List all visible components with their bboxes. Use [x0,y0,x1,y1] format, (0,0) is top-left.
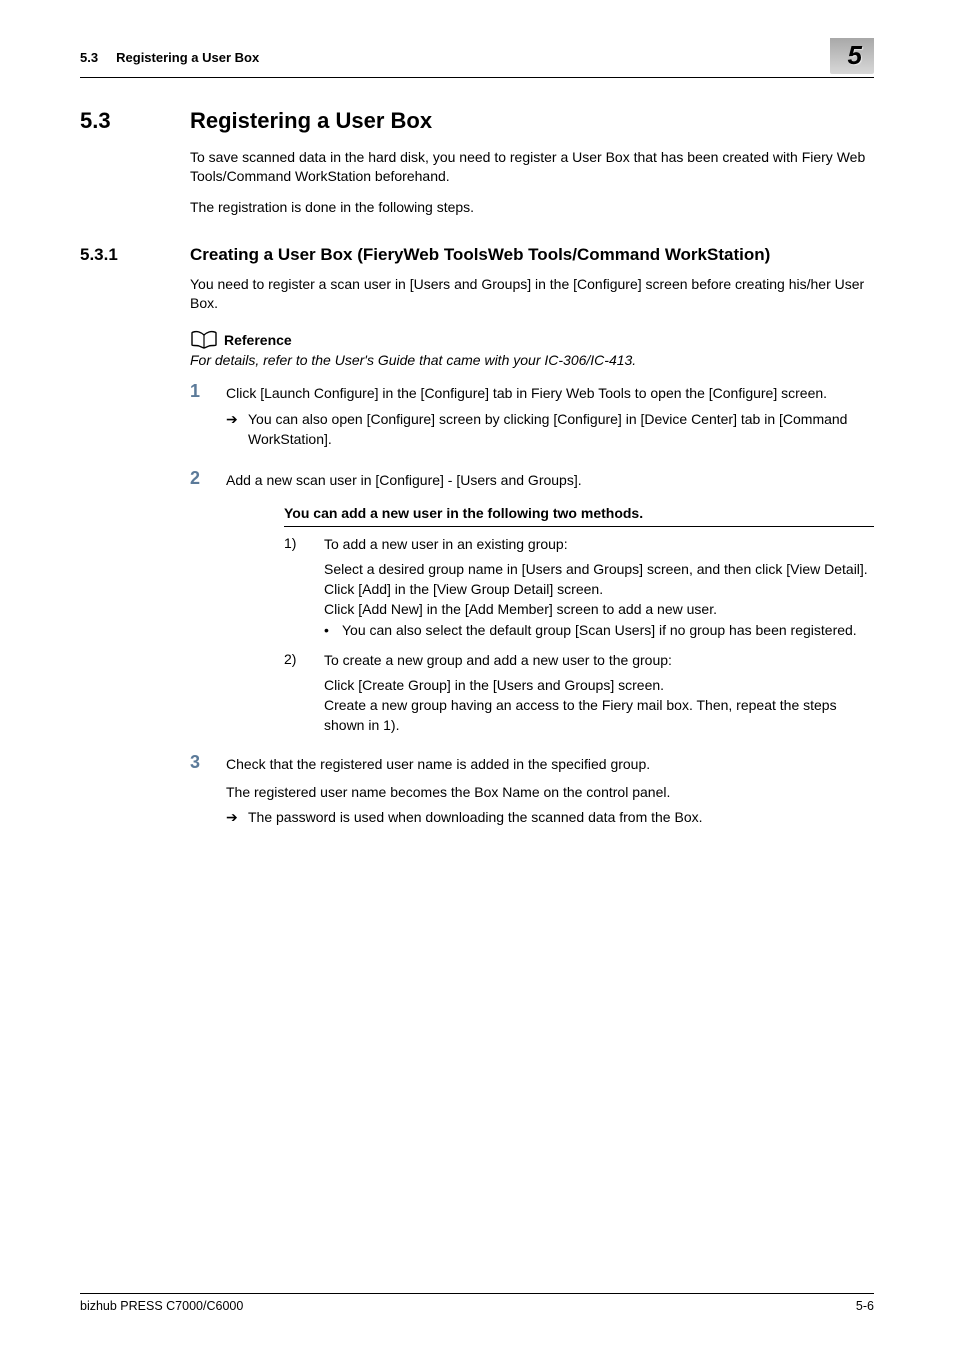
step-substep: ➔ The password is used when downloading … [226,808,874,828]
method-head: To add a new user in an existing group: [324,535,874,555]
methods-block: You can add a new user in the following … [284,505,874,735]
step-3: 3 Check that the registered user name is… [190,753,874,834]
subsection-heading: 5.3.1 Creating a User Box (FieryWeb Tool… [80,245,874,265]
step-number: 2 [190,469,226,491]
subsection-number: 5.3.1 [80,245,190,265]
step-text: Check that the registered user name is a… [226,755,874,775]
step-number: 1 [190,382,226,455]
step-1: 1 Click [Launch Configure] in the [Confi… [190,382,874,455]
footer-page-number: 5-6 [856,1299,874,1313]
book-icon [190,330,218,350]
section-intro-2: The registration is done in the followin… [190,198,874,217]
footer-product: bizhub PRESS C7000/C6000 [80,1299,243,1313]
method-bullet-text: You can also select the default group [S… [342,621,857,641]
method-2: 2) To create a new group and add a new u… [284,651,874,735]
method-bullet: • You can also select the default group … [324,621,874,641]
chapter-tab: 5 [830,38,874,74]
reference-label: Reference [224,332,292,348]
method-head: To create a new group and add a new user… [324,651,874,671]
section-intro-1: To save scanned data in the hard disk, y… [190,148,874,186]
step-number: 3 [190,753,226,834]
subsection-title: Creating a User Box (FieryWeb ToolsWeb T… [190,245,770,265]
substep-text: You can also open [Configure] screen by … [248,410,874,449]
subsection-intro: You need to register a scan user in [Use… [190,275,874,313]
running-head-number: 5.3 [80,50,98,65]
section-title: Registering a User Box [190,108,432,134]
section-number: 5.3 [80,108,190,134]
step-text: Add a new scan user in [Configure] - [Us… [226,471,874,491]
page-header: 5.3 Registering a User Box 5 [80,40,874,78]
section-heading: 5.3 Registering a User Box [80,108,874,134]
running-head: 5.3 Registering a User Box [80,40,259,65]
methods-title: You can add a new user in the following … [284,505,874,527]
method-body-line: Click [Add New] in the [Add Member] scre… [324,600,874,620]
step-after-line: The registered user name becomes the Box… [226,783,874,803]
substep-text: The password is used when downloading th… [248,808,874,828]
chapter-number: 5 [848,40,862,70]
method-number: 1) [284,535,324,641]
method-body-line: Create a new group having an access to t… [324,696,874,735]
step-2: 2 Add a new scan user in [Configure] - [… [190,469,874,491]
method-body-line: Click [Add] in the [View Group Detail] s… [324,580,874,600]
step-text: Click [Launch Configure] in the [Configu… [226,384,874,404]
method-1: 1) To add a new user in an existing grou… [284,535,874,641]
arrow-icon: ➔ [226,808,248,828]
page-footer: bizhub PRESS C7000/C6000 5-6 [80,1293,874,1313]
reference-heading: Reference [190,330,874,350]
step-substep: ➔ You can also open [Configure] screen b… [226,410,874,449]
method-body-line: Click [Create Group] in the [Users and G… [324,676,874,696]
method-number: 2) [284,651,324,735]
running-head-title: Registering a User Box [116,50,259,65]
arrow-icon: ➔ [226,410,248,449]
reference-text: For details, refer to the User's Guide t… [190,352,874,368]
method-body-line: Select a desired group name in [Users an… [324,560,874,580]
bullet-icon: • [324,621,342,641]
